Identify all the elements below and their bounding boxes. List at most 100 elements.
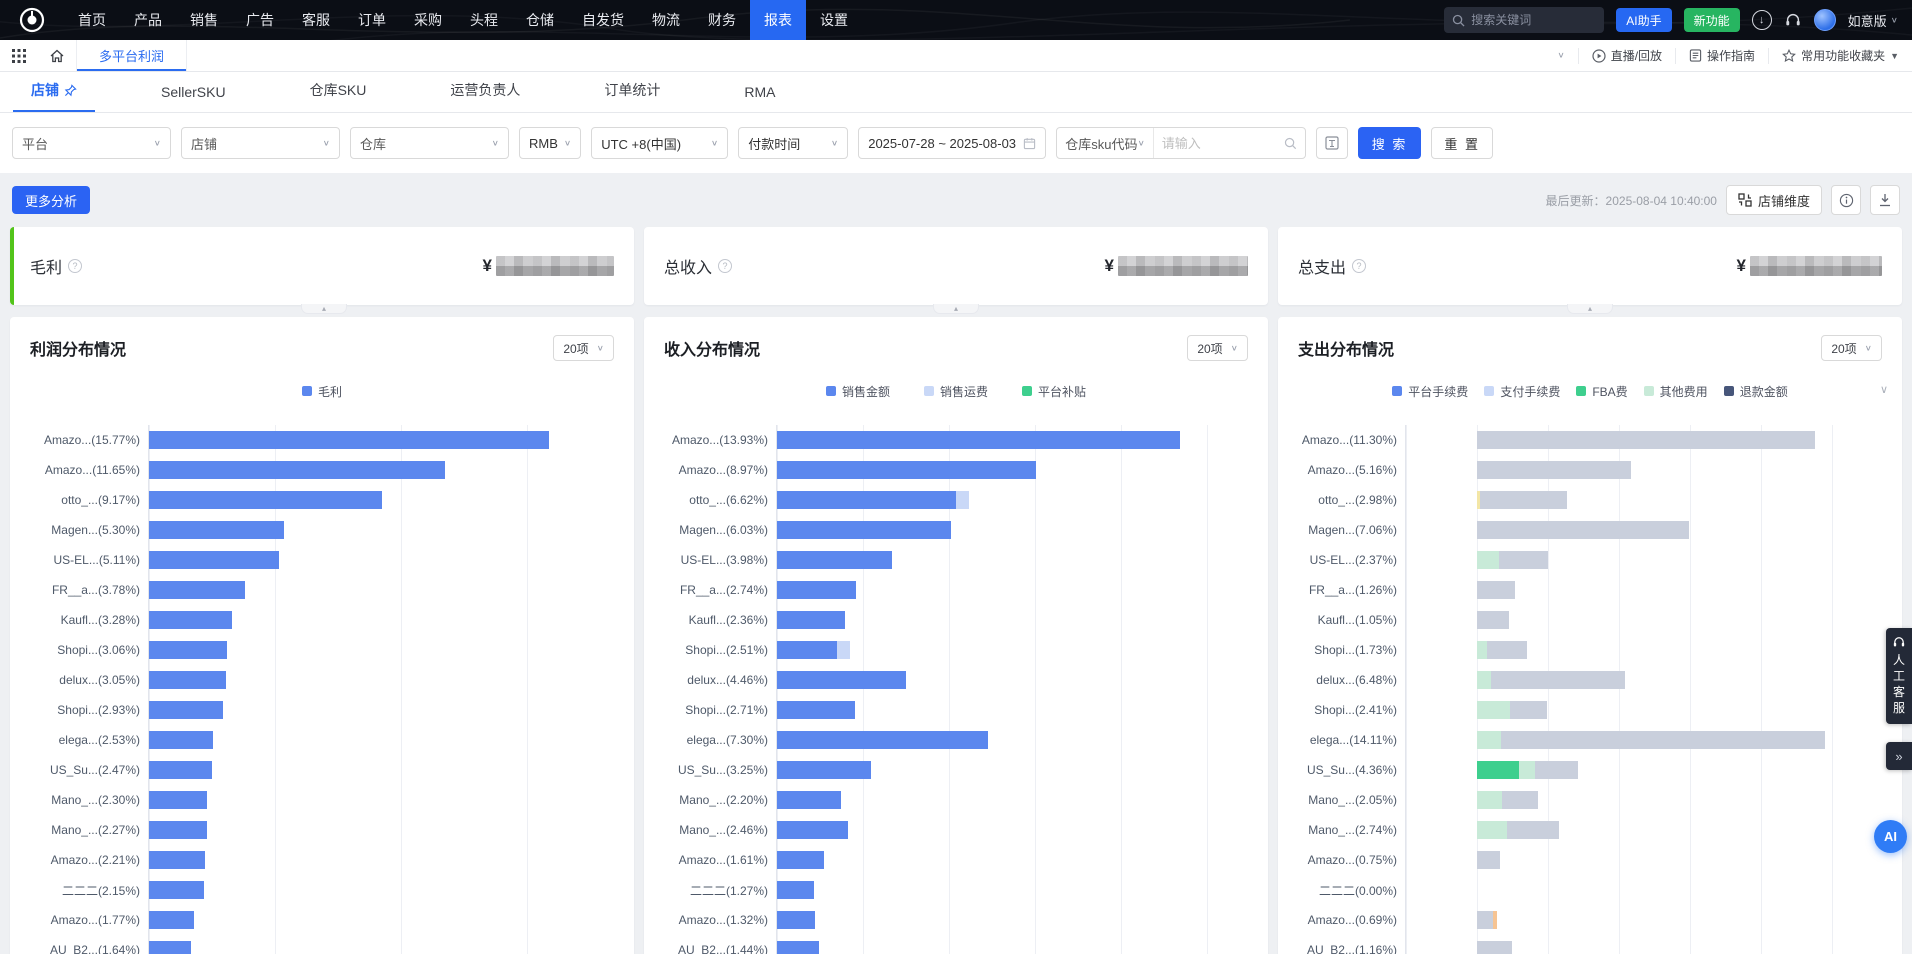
row-bar[interactable] — [148, 545, 614, 575]
reset-button[interactable]: 重 置 — [1431, 127, 1493, 159]
headset-icon[interactable] — [1784, 11, 1802, 29]
tab-multi-platform-profit[interactable]: 多平台利润 — [76, 40, 187, 71]
row-bar[interactable] — [776, 605, 1248, 635]
row-bar[interactable] — [776, 455, 1248, 485]
row-bar[interactable] — [1405, 635, 1882, 665]
nav-item-财务[interactable]: 财务 — [694, 0, 750, 40]
tab-list-collapse-icon[interactable]: ∨ — [1544, 48, 1577, 64]
search-input[interactable] — [1471, 13, 1591, 27]
nav-item-采购[interactable]: 采购 — [400, 0, 456, 40]
row-bar[interactable] — [148, 605, 614, 635]
row-bar[interactable] — [148, 485, 614, 515]
row-bar[interactable] — [776, 755, 1248, 785]
legend-item-其他费用[interactable]: 其他费用 — [1644, 383, 1708, 400]
row-bar[interactable] — [148, 515, 614, 545]
row-bar[interactable] — [148, 755, 614, 785]
row-bar[interactable] — [148, 785, 614, 815]
home-icon[interactable] — [38, 40, 76, 71]
help-icon[interactable]: ? — [1352, 259, 1366, 273]
download-center-icon[interactable]: ↓ — [1752, 10, 1772, 30]
download-icon-button[interactable] — [1870, 185, 1900, 215]
pin-icon[interactable] — [64, 84, 77, 97]
row-bar[interactable] — [148, 665, 614, 695]
dimension-switch-button[interactable]: 店铺维度 — [1726, 185, 1822, 215]
row-bar[interactable] — [1405, 695, 1882, 725]
nav-item-自发货[interactable]: 自发货 — [568, 0, 638, 40]
ai-float-button[interactable]: AI — [1874, 820, 1907, 853]
row-bar[interactable] — [776, 845, 1248, 875]
row-bar[interactable] — [1405, 425, 1882, 455]
card-collapse-handle[interactable]: ▴ — [933, 304, 979, 314]
row-bar[interactable] — [776, 935, 1248, 954]
subtab-RMA[interactable]: RMA — [726, 84, 793, 112]
row-bar[interactable] — [776, 905, 1248, 935]
subtab-SellerSKU[interactable]: SellerSKU — [143, 84, 244, 112]
card-collapse-handle[interactable]: ▴ — [301, 304, 347, 314]
row-bar[interactable] — [1405, 755, 1882, 785]
legend-item-销售运费[interactable]: 销售运费 — [924, 383, 988, 400]
warehouse-select[interactable]: 仓库∨ — [350, 127, 509, 159]
legend-item-毛利[interactable]: 毛利 — [302, 383, 342, 400]
ai-assistant-button[interactable]: AI助手 — [1616, 8, 1671, 32]
subtab-订单统计[interactable]: 订单统计 — [586, 80, 678, 112]
row-bar[interactable] — [1405, 545, 1882, 575]
nav-item-订单[interactable]: 订单 — [344, 0, 400, 40]
row-bar[interactable] — [1405, 905, 1882, 935]
nav-item-客服[interactable]: 客服 — [288, 0, 344, 40]
card-collapse-handle[interactable]: ▴ — [1567, 304, 1613, 314]
favorites-link[interactable]: 常用功能收藏夹 ▼ — [1768, 48, 1912, 64]
row-bar[interactable] — [1405, 665, 1882, 695]
row-bar[interactable] — [776, 515, 1248, 545]
date-range-picker[interactable]: 2025-07-28 ~ 2025-08-03 — [858, 127, 1046, 159]
row-bar[interactable] — [1405, 605, 1882, 635]
row-bar[interactable] — [776, 695, 1248, 725]
legend-item-退款金额[interactable]: 退款金额 — [1724, 383, 1788, 400]
row-bar[interactable] — [776, 635, 1248, 665]
nav-item-仓储[interactable]: 仓储 — [512, 0, 568, 40]
row-bar[interactable] — [148, 845, 614, 875]
row-bar[interactable] — [148, 935, 614, 954]
row-bar[interactable] — [1405, 875, 1882, 905]
platform-select[interactable]: 平台∨ — [12, 127, 171, 159]
user-guide-link[interactable]: 操作指南 — [1675, 48, 1768, 64]
row-bar[interactable] — [776, 545, 1248, 575]
row-bar[interactable] — [776, 665, 1248, 695]
row-bar[interactable] — [148, 815, 614, 845]
row-bar[interactable] — [776, 815, 1248, 845]
sku-input[interactable] — [1154, 128, 1284, 158]
batch-input-icon-button[interactable] — [1316, 127, 1348, 159]
currency-select[interactable]: RMB∨ — [519, 127, 581, 159]
row-bar[interactable] — [148, 635, 614, 665]
row-bar[interactable] — [776, 785, 1248, 815]
info-icon-button[interactable] — [1831, 185, 1861, 215]
apps-grid-icon[interactable] — [0, 40, 38, 71]
subtab-仓库SKU[interactable]: 仓库SKU — [292, 80, 385, 112]
row-bar[interactable] — [776, 425, 1248, 455]
nav-item-报表[interactable]: 报表 — [750, 0, 806, 40]
sku-type-select[interactable]: 仓库sku代码∨ — [1057, 128, 1154, 158]
timezone-select[interactable]: UTC +8(中国)∨ — [591, 127, 728, 159]
legend-item-平台补贴[interactable]: 平台补贴 — [1022, 383, 1086, 400]
row-bar[interactable] — [1405, 815, 1882, 845]
nav-item-销售[interactable]: 销售 — [176, 0, 232, 40]
live-replay-link[interactable]: 直播/回放 — [1578, 48, 1675, 64]
legend-item-销售金额[interactable]: 销售金额 — [826, 383, 890, 400]
nav-item-物流[interactable]: 物流 — [638, 0, 694, 40]
help-icon[interactable]: ? — [718, 259, 732, 273]
user-avatar[interactable] — [1814, 9, 1836, 31]
row-bar[interactable] — [148, 905, 614, 935]
row-bar[interactable] — [1405, 725, 1882, 755]
row-bar[interactable] — [776, 725, 1248, 755]
row-bar[interactable] — [1405, 935, 1882, 954]
expand-panel-button[interactable]: » — [1886, 742, 1912, 770]
help-icon[interactable]: ? — [68, 259, 82, 273]
row-bar[interactable] — [776, 575, 1248, 605]
row-bar[interactable] — [148, 425, 614, 455]
legend-item-支付手续费[interactable]: 支付手续费 — [1484, 383, 1560, 400]
subtab-运营负责人[interactable]: 运营负责人 — [432, 80, 538, 112]
row-bar[interactable] — [1405, 575, 1882, 605]
row-bar[interactable] — [148, 695, 614, 725]
top-count-select[interactable]: 20项∨ — [553, 335, 614, 361]
row-bar[interactable] — [776, 485, 1248, 515]
edition-label[interactable]: 如意版∨ — [1848, 11, 1898, 30]
